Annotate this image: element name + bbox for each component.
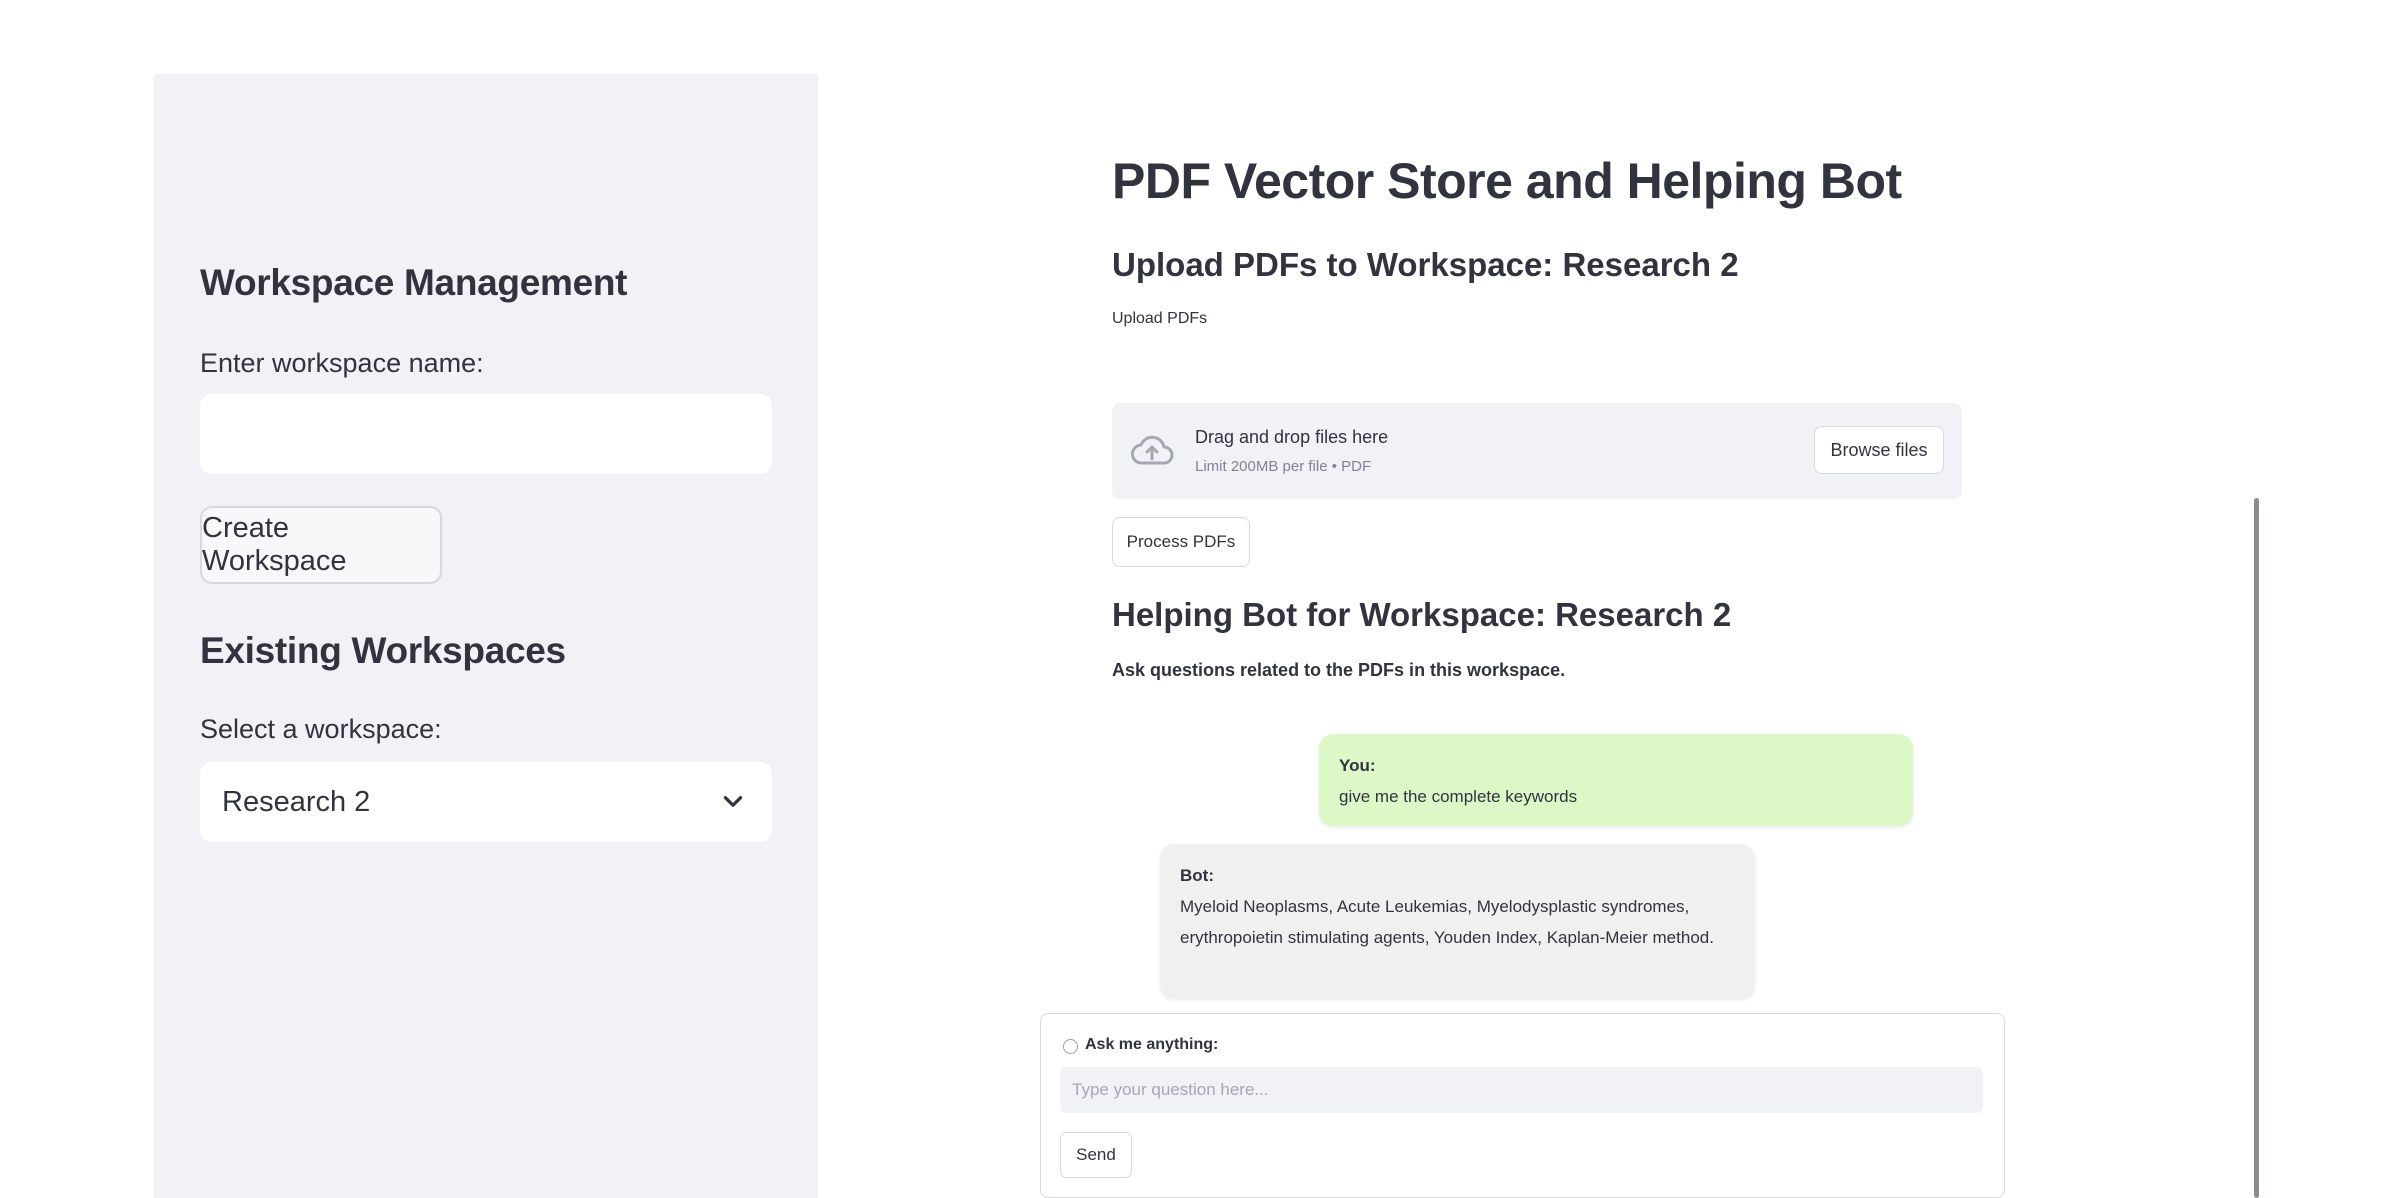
workspace-select-value: Research 2 (222, 785, 371, 818)
browse-files-button[interactable]: Browse files (1814, 426, 1944, 474)
chevron-down-icon (723, 796, 743, 807)
ask-form: Ask me anything: Send (1040, 1013, 2005, 1198)
dropzone-title: Drag and drop files here (1195, 427, 1389, 447)
file-dropzone[interactable]: Drag and drop files here Limit 200MB per… (1112, 403, 1962, 499)
create-workspace-button[interactable]: Create Workspace (200, 506, 442, 584)
page-title: PDF Vector Store and Helping Bot (1112, 153, 1902, 209)
bot-heading: Helping Bot for Workspace: Research 2 (1112, 596, 1732, 633)
select-workspace-label: Select a workspace: (200, 714, 442, 744)
bot-message: Bot: Myeloid Neoplasms, Acute Leukemias,… (1160, 844, 1755, 998)
ask-radio-icon (1063, 1039, 1078, 1054)
process-pdfs-button[interactable]: Process PDFs (1112, 517, 1250, 567)
bot-description: Ask questions related to the PDFs in thi… (1112, 660, 1566, 680)
workspace-management-heading: Workspace Management (200, 262, 628, 303)
user-message-sender: You: (1339, 756, 1376, 775)
question-input[interactable] (1060, 1067, 1983, 1113)
sidebar: Workspace Management Enter workspace nam… (154, 74, 818, 1198)
dropzone-limit: Limit 200MB per file • PDF (1195, 458, 1372, 475)
upload-heading: Upload PDFs to Workspace: Research 2 (1112, 246, 1739, 283)
user-message-text: give me the complete keywords (1339, 787, 1578, 806)
main-scrollbar[interactable] (2254, 498, 2259, 1198)
workspace-select[interactable]: Research 2 (200, 762, 772, 842)
user-message: You: give me the complete keywords (1319, 734, 1913, 826)
existing-workspaces-heading: Existing Workspaces (200, 630, 566, 671)
workspace-name-label: Enter workspace name: (200, 348, 484, 378)
bot-message-text: Myeloid Neoplasms, Acute Leukemias, Myel… (1180, 897, 1714, 947)
upload-pdfs-label: Upload PDFs (1112, 310, 1208, 327)
bot-message-sender: Bot: (1180, 866, 1214, 885)
ask-label: Ask me anything: (1085, 1036, 1219, 1053)
send-button[interactable]: Send (1060, 1132, 1132, 1178)
cloud-upload-icon (1131, 435, 1174, 465)
workspace-name-input[interactable] (200, 394, 772, 474)
